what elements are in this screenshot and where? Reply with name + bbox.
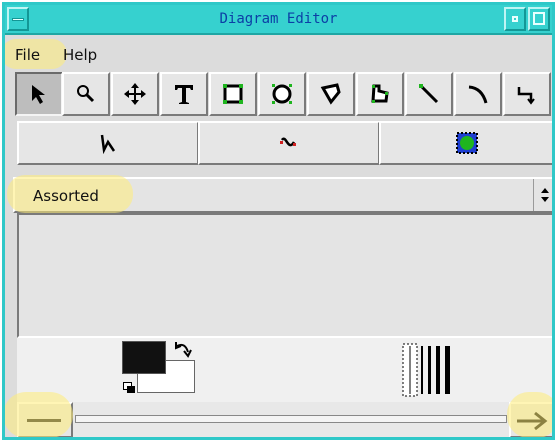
rectangle-tool-button[interactable] <box>209 72 257 116</box>
secondary-tool-palette <box>17 121 552 165</box>
select-arrow-icon <box>32 85 45 104</box>
polyline-tool-button[interactable] <box>17 121 199 165</box>
text-tool-icon <box>175 85 193 104</box>
arc-tool-button[interactable] <box>454 72 502 116</box>
maximize-button[interactable] <box>528 7 550 31</box>
closed-curve-tool-icon <box>371 84 389 103</box>
dash-icon <box>27 419 61 422</box>
select-tool-button[interactable] <box>15 72 63 116</box>
up-down-arrows-icon <box>541 188 549 202</box>
arc-tool-icon <box>468 85 488 104</box>
window-menu-button[interactable] <box>7 7 29 31</box>
zoom-magnifier-icon <box>77 85 95 103</box>
polygon-tool-icon <box>320 83 341 105</box>
drawing-canvas[interactable] <box>17 213 552 338</box>
zoom-tool-button[interactable] <box>62 72 110 116</box>
minimize-button[interactable] <box>504 7 526 31</box>
text-tool-button[interactable] <box>160 72 208 116</box>
polygon-tool-button[interactable] <box>307 72 355 116</box>
help-menu[interactable]: Help <box>63 46 97 64</box>
bezier-tool-button[interactable] <box>198 121 380 165</box>
horizontal-scrollbar <box>5 392 552 437</box>
scroll-left-button[interactable] <box>17 402 73 437</box>
help-menu-label: Help <box>63 46 98 64</box>
sheet-selector[interactable]: Assorted <box>7 175 552 213</box>
move-tool-button[interactable] <box>111 72 159 116</box>
line-tool-button[interactable] <box>405 72 453 116</box>
line-tool-icon <box>419 84 439 104</box>
maximize-icon <box>533 12 545 25</box>
zigzag-line-tool-icon <box>517 87 535 105</box>
window-menu-icon <box>12 18 24 21</box>
rectangle-tool-icon <box>223 84 243 104</box>
scroll-right-button[interactable] <box>509 402 552 437</box>
window-title: Diagram Editor <box>219 11 338 27</box>
sheet-selector-value: Assorted <box>33 187 99 205</box>
closed-curve-tool-button[interactable] <box>356 72 404 116</box>
scroll-track[interactable] <box>75 415 507 423</box>
diagram-editor-window: Diagram Editor File Help Assorted <box>2 2 555 440</box>
ellipse-tool-button[interactable] <box>258 72 306 116</box>
title-bar[interactable]: Diagram Editor <box>5 5 552 35</box>
bezier-tool-icon <box>280 137 296 147</box>
ellipse-tool-icon <box>272 84 292 104</box>
line-width-icon[interactable] <box>399 342 459 398</box>
menu-bar: File Help <box>5 37 552 71</box>
move-cross-arrows-icon <box>124 83 146 105</box>
minimize-icon <box>512 16 518 22</box>
file-menu-label: File <box>15 46 41 64</box>
polyline-tool-icon <box>100 134 116 154</box>
image-tool-icon <box>456 132 478 154</box>
swap-colors-icon[interactable] <box>173 340 193 360</box>
style-panel <box>17 338 552 402</box>
foreground-color-swatch[interactable] <box>122 341 166 374</box>
zigzag-line-tool-button[interactable] <box>503 72 551 116</box>
image-tool-button[interactable] <box>379 121 552 165</box>
sheet-selector-arrow-button[interactable] <box>533 179 552 211</box>
file-menu[interactable]: File <box>15 46 40 64</box>
right-arrow-icon <box>517 411 548 431</box>
default-colors-icon[interactable] <box>123 382 137 394</box>
